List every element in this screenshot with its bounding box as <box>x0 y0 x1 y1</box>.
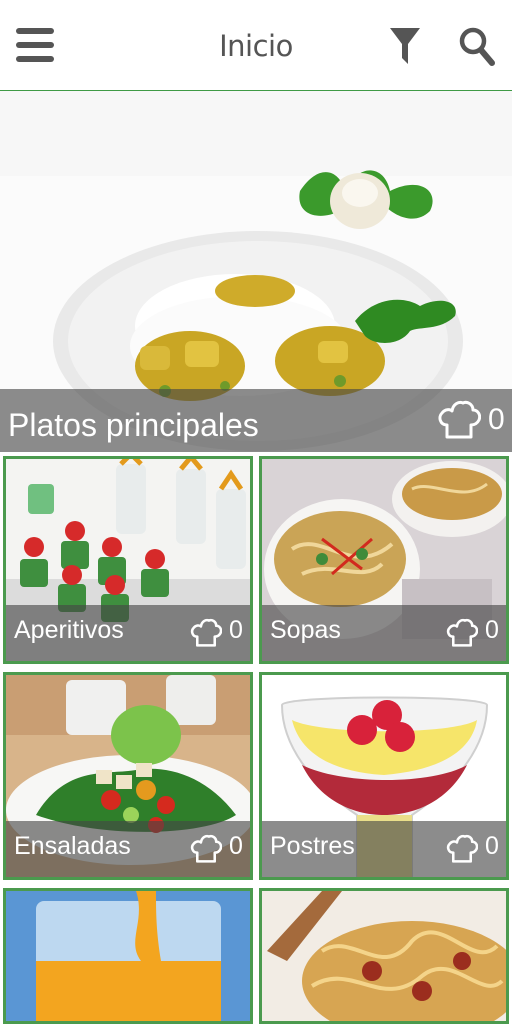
search-button[interactable] <box>458 25 496 67</box>
category-card-postres[interactable]: Postres 0 <box>259 672 509 880</box>
magnifier-search-icon <box>459 27 495 66</box>
category-count: 0 <box>488 403 505 436</box>
pasta-image <box>262 891 506 1021</box>
category-count: 0 <box>229 832 243 860</box>
chef-hat-icon <box>190 618 222 647</box>
category-label: Ensaladas <box>14 832 131 860</box>
category-card-platos-principales[interactable]: Platos principales 0 <box>0 91 512 452</box>
chef-hat-icon <box>446 618 478 647</box>
category-card-aperitivos[interactable]: Aperitivos 0 <box>3 456 253 664</box>
menu-button[interactable] <box>16 28 56 64</box>
filter-button[interactable] <box>388 24 422 66</box>
category-count: 0 <box>485 832 499 860</box>
category-label: Aperitivos <box>14 616 124 644</box>
category-count: 0 <box>485 616 499 644</box>
category-card-pastas[interactable] <box>259 888 509 1024</box>
category-card-ensaladas[interactable]: Ensaladas 0 <box>3 672 253 880</box>
chef-hat-icon <box>190 834 222 863</box>
drink-image <box>6 891 250 1021</box>
chef-hat-icon <box>446 834 478 863</box>
category-label: Postres <box>270 832 355 860</box>
page-title: Inicio <box>219 29 293 63</box>
chef-hat-icon <box>438 400 481 439</box>
category-label: Platos principales <box>8 407 259 443</box>
funnel-filter-icon <box>390 28 420 64</box>
category-card-bebidas[interactable] <box>3 888 253 1024</box>
category-label: Sopas <box>270 616 341 644</box>
app-bar: Inicio <box>0 0 512 91</box>
category-count: 0 <box>229 616 243 644</box>
category-card-sopas[interactable]: Sopas 0 <box>259 456 509 664</box>
